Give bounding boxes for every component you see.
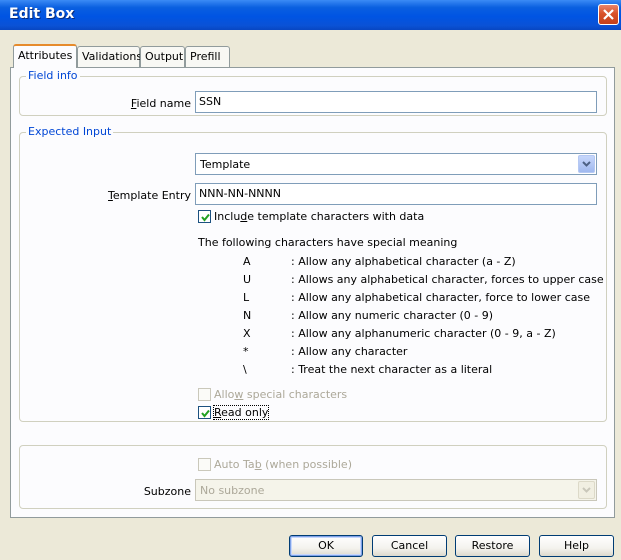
close-icon [603,9,614,20]
field-info-legend: Field info [26,69,80,82]
ok-button[interactable]: OK [289,535,363,557]
read-only-checkbox[interactable] [198,406,211,419]
help-button[interactable]: Help [539,535,614,557]
chevron-down-icon [582,161,591,167]
subzone-select[interactable]: No subzone [195,479,597,501]
read-only-label: Read only [212,405,270,420]
tab-label: Prefill [190,50,221,63]
special-char-key: X [243,327,251,340]
template-entry-input[interactable]: NNN-NN-NNNN [195,183,597,205]
special-char-description: : Allow any character [291,345,408,358]
input-type-select[interactable]: Template [195,153,597,175]
checkmark-icon [201,213,210,222]
auto-tab-label: Auto Tab (when possible) [214,458,352,471]
allow-special-checkbox[interactable] [198,388,211,401]
tab-label: Output [145,50,184,63]
title-bar[interactable]: Edit Box [0,0,621,30]
chevron-down-icon [582,487,591,493]
subzone-value: No subzone [200,484,265,497]
special-char-description: : Allow any alphabetical character, forc… [291,291,590,304]
checkmark-icon [201,409,210,418]
special-chars-heading: The following characters have special me… [198,236,458,249]
tab-attributes[interactable]: Attributes [13,44,77,68]
edit-box-dialog: Edit Box Attributes Validations Output P… [0,0,621,560]
special-char-description: : Allows any alphabetical character, for… [291,273,604,286]
special-char-description: : Allow any alphanumeric character (0 - … [291,327,556,340]
attributes-panel: Field info Field name SSN Expected Input… [10,67,615,518]
special-char-description: : Allow any alphabetical character (a - … [291,255,516,268]
allow-special-label: Allow special characters [214,388,348,401]
template-entry-label: Template Entry [108,189,191,202]
expected-input-legend: Expected Input [26,125,114,138]
restore-button[interactable]: Restore [455,535,530,557]
tab-label: Validations [82,50,143,63]
special-char-key: U [243,273,252,286]
dropdown-button[interactable] [578,155,595,173]
cancel-button[interactable]: Cancel [372,535,447,557]
special-char-key: L [243,291,250,304]
special-char-description: : Allow any numeric character (0 - 9) [291,309,494,322]
field-name-label: Field name [130,97,191,110]
include-template-label: Include template characters with data [214,210,425,223]
auto-tab-checkbox[interactable] [198,458,211,471]
special-char-description: : Treat the next character as a literal [291,363,493,376]
field-name-input[interactable]: SSN [195,91,597,113]
window-title: Edit Box [9,6,75,22]
tab-prefill[interactable]: Prefill [185,46,230,67]
subzone-label: Subzone [143,485,191,498]
special-char-key: * [243,345,249,358]
special-char-key: A [243,255,251,268]
special-char-key: N [243,309,252,322]
tab-validations[interactable]: Validations [77,46,143,67]
tab-output[interactable]: Output [140,46,185,67]
tab-label: Attributes [18,49,73,62]
dropdown-button[interactable] [578,481,595,499]
input-type-value: Template [200,158,251,171]
close-button[interactable] [598,4,619,25]
special-char-key: \ [243,363,247,376]
include-template-checkbox[interactable] [198,210,211,223]
